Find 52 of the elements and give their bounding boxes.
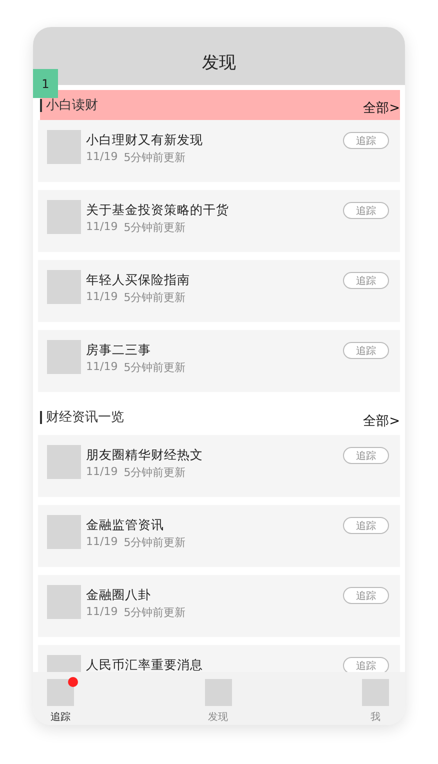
thumbnail [47,130,81,164]
thumbnail [47,585,81,619]
thumbnail [47,445,81,479]
follow-button[interactable]: 追踪 [343,132,389,149]
number-badge: 1 [33,69,58,98]
item-date: 11/19 [86,290,118,305]
update-time: 5分钟前更新 [124,360,186,375]
follow-button[interactable]: 追踪 [343,517,389,534]
item-date: 11/19 [86,150,118,165]
item-date: 11/19 [86,605,118,620]
update-time: 5分钟前更新 [124,150,186,165]
update-time: 5分钟前更新 [124,535,186,550]
item-title: 朋友圈精华财经热文 [86,447,203,464]
thumbnail [47,200,81,234]
follow-button[interactable]: 追踪 [343,272,389,289]
update-time: 5分钟前更新 [124,220,186,235]
list-card[interactable]: 人民币汇率重要消息 追踪 [38,645,400,672]
view-all-link[interactable]: 全部> [363,412,400,430]
item-title: 房事二三事 [86,342,151,359]
follow-button[interactable]: 追踪 [343,587,389,604]
follow-button[interactable]: 追踪 [343,342,389,359]
thumbnail [47,340,81,374]
view-all-link[interactable]: 全部> [363,99,400,117]
follow-button[interactable]: 追踪 [343,657,389,672]
update-time: 5分钟前更新 [124,605,186,620]
list-card[interactable]: 金融圈八卦 11/19 5分钟前更新 追踪 [38,575,400,637]
item-title: 关于基金投资策略的干货 [86,202,229,219]
item-title: 金融圈八卦 [86,587,151,604]
item-title: 小白理财又有新发现 [86,132,203,149]
item-date: 11/19 [86,535,118,550]
item-date: 11/19 [86,220,118,235]
section-title: 小白读财 [40,98,98,112]
page-title: 发现 [202,52,236,74]
update-time: 5分钟前更新 [124,465,186,480]
list-card[interactable]: 年轻人买保险指南 11/19 5分钟前更新 追踪 [38,260,400,322]
follow-button[interactable]: 追踪 [343,202,389,219]
thumbnail [47,270,81,304]
list-card[interactable]: 房事二三事 11/19 5分钟前更新 追踪 [38,330,400,392]
list-card[interactable]: 金融监管资讯 11/19 5分钟前更新 追踪 [38,505,400,567]
item-date: 11/19 [86,465,118,480]
list-card[interactable]: 小白理财又有新发现 11/19 5分钟前更新 追踪 [38,120,400,182]
tab-label[interactable]: 追踪 [50,710,70,724]
section-title: 财经资讯一览 [40,411,124,424]
follow-button[interactable]: 追踪 [343,447,389,464]
item-title: 人民币汇率重要消息 [86,657,203,672]
list-card[interactable]: 关于基金投资策略的干货 11/19 5分钟前更新 追踪 [38,190,400,252]
item-title: 金融监管资讯 [86,517,164,534]
item-date: 11/19 [86,360,118,375]
thumbnail [47,515,81,549]
update-time: 5分钟前更新 [124,290,186,305]
list-card[interactable]: 朋友圈精华财经热文 11/19 5分钟前更新 追踪 [38,435,400,497]
item-title: 年轻人买保险指南 [86,272,190,289]
